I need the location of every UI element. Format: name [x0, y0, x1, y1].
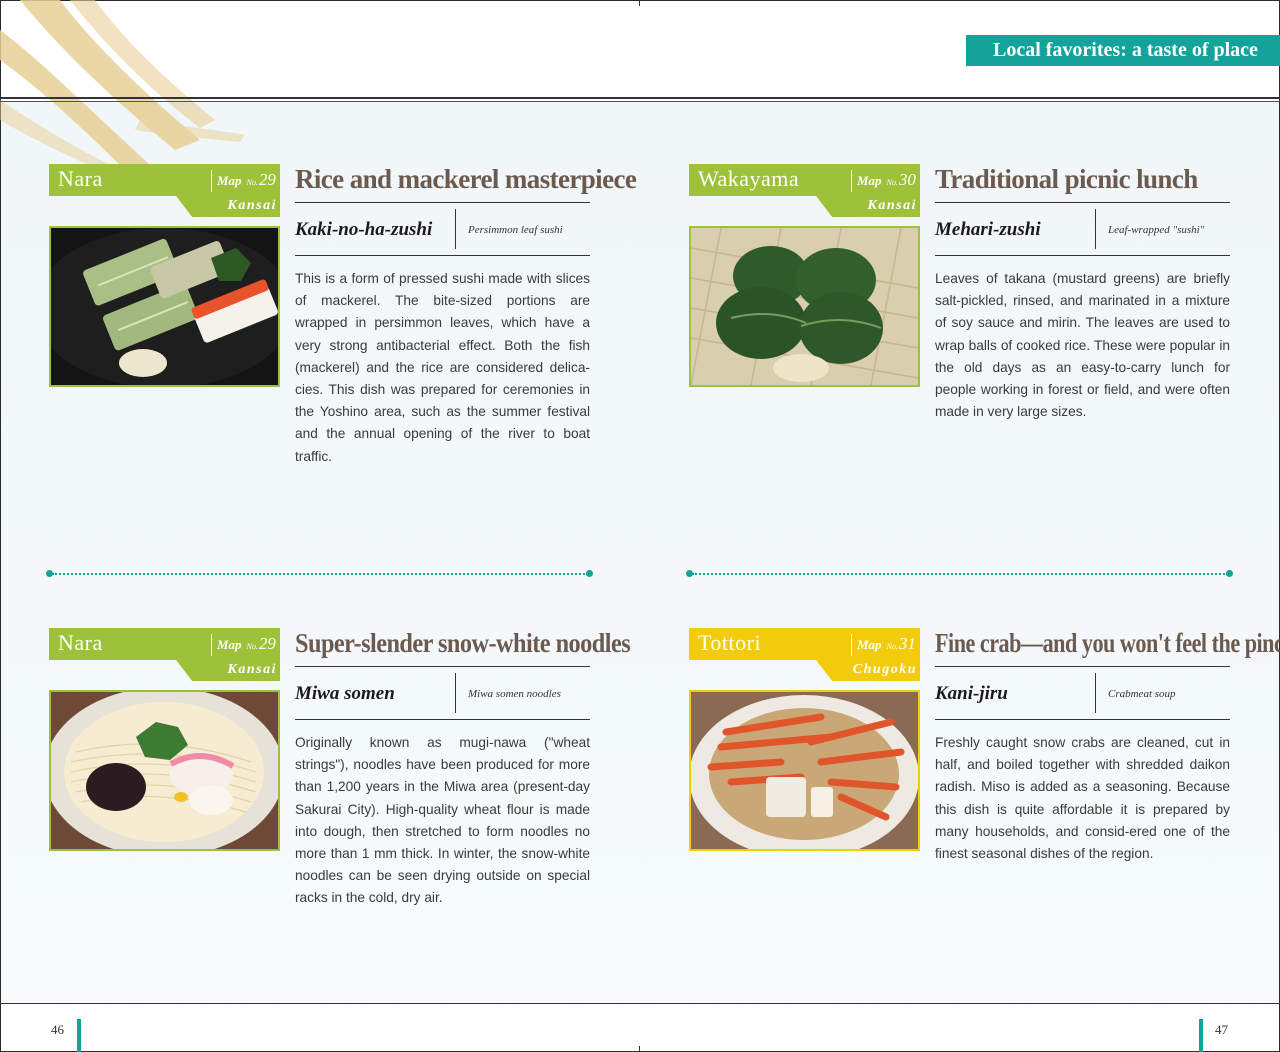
region-name: Kansai [227, 662, 277, 677]
separator-dot [1226, 570, 1233, 577]
dish-photo [49, 690, 280, 851]
page-number-left: 46 [51, 1022, 64, 1037]
dish-name: Kaki-no-ha-zushi [295, 219, 433, 240]
map-reference: Map No.30 [857, 170, 916, 189]
map-reference: Map No.31 [857, 634, 916, 653]
prefecture-name: Nara [58, 166, 103, 191]
page-marker-right [1199, 1019, 1203, 1052]
header-rule [0, 97, 1280, 99]
prefecture-name: Tottori [698, 630, 762, 655]
entry-title: Fine crab—and you won't feel the pinch [935, 628, 1280, 658]
prefecture-name: Wakayama [698, 166, 800, 191]
entry-title: Traditional picnic lunch [935, 164, 1198, 194]
dish-name: Mehari-zushi [935, 219, 1041, 240]
region-name: Kansai [867, 198, 917, 213]
dish-photo [689, 226, 920, 387]
dish-name: Miwa somen [295, 683, 395, 704]
map-reference: Map No.29 [217, 634, 276, 653]
entry-description: Leaves of takana (mustard greens) are br… [935, 271, 1230, 420]
prefecture-tag: Nara Map No.29 Kansai [49, 164, 280, 217]
header-rule-thin [0, 101, 1280, 102]
brush-stroke-decoration [0, 0, 245, 170]
entry-title: Rice and mackerel masterpiece [295, 164, 637, 194]
entry-title: Super-slender snow-white noodles [295, 628, 631, 658]
food-entry-kaki-no-ha-zushi: Nara Map No.29 Kansai Rice and mackerel … [49, 164, 637, 474]
dotted-separator-right [692, 573, 1228, 575]
dish-photo [689, 690, 920, 851]
food-entry-miwa-somen: Nara Map No.29 Kansai Super-slender snow… [49, 628, 631, 938]
prefecture-tag: Wakayama Map No.30 Kansai [689, 164, 920, 217]
prefecture-tag: Nara Map No.29 Kansai [49, 628, 280, 681]
spine-mark-bottom [639, 1046, 640, 1052]
entry-description: This is a form of pressed sushi made wit… [295, 271, 590, 464]
food-entry-kani-jiru: Tottori Map No.31 Chugoku Fine crab—and … [689, 628, 1280, 938]
dotted-separator-left [52, 573, 588, 575]
footer-rule [0, 1003, 1280, 1004]
prefecture-tag: Tottori Map No.31 Chugoku [689, 628, 920, 681]
region-name: Chugoku [852, 662, 917, 677]
food-entry-mehari-zushi: Wakayama Map No.30 Kansai Traditional pi… [689, 164, 1234, 474]
spine-mark-top [639, 0, 640, 6]
map-reference: Map No.29 [217, 170, 276, 189]
region-name: Kansai [227, 198, 277, 213]
dish-name: Kani-jiru [935, 683, 1008, 704]
page-number-right: 47 [1215, 1022, 1228, 1037]
dish-english-name: Persimmon leaf sushi [468, 224, 563, 236]
dish-photo [49, 226, 280, 387]
dish-english-name: Leaf-wrapped "sushi" [1108, 224, 1205, 236]
dish-english-name: Crabmeat soup [1108, 688, 1176, 700]
entry-description: Freshly caught snow crabs are cleaned, c… [935, 735, 1230, 862]
dish-english-name: Miwa somen noodles [468, 688, 561, 700]
section-banner: Local favorites: a taste of place [966, 35, 1280, 66]
page-marker-left [77, 1019, 81, 1052]
separator-dot [586, 570, 593, 577]
prefecture-name: Nara [58, 630, 103, 655]
entry-description: Originally known as mugi-nawa ("wheat st… [295, 735, 590, 906]
